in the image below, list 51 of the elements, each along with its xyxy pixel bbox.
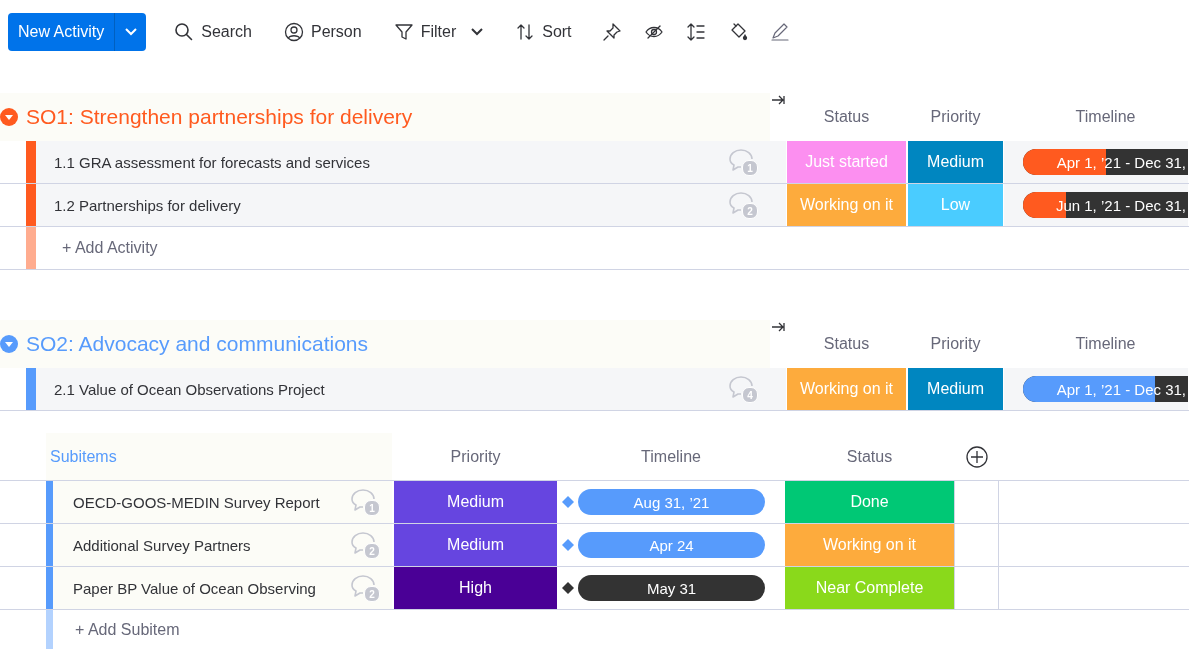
- column-header[interactable]: Status: [786, 320, 907, 368]
- subitems-header: Subitems: [46, 433, 392, 480]
- toolbar-button[interactable]: Person: [273, 13, 372, 51]
- pin-icon: [601, 22, 622, 42]
- collapse-toggle-icon[interactable]: [0, 335, 18, 353]
- search-icon: [174, 22, 195, 42]
- new-activity-button[interactable]: New Activity: [8, 13, 115, 51]
- row-height-icon: [685, 22, 706, 42]
- filter-icon: [393, 22, 414, 42]
- dropdown-caret-icon[interactable]: [471, 28, 484, 36]
- timeline-pill[interactable]: May 31: [578, 575, 765, 601]
- column-header[interactable]: Timeline: [1023, 320, 1188, 368]
- comment-count: 1: [742, 160, 758, 176]
- item-name[interactable]: 2.1 Value of Ocean Observations Project 4: [36, 368, 770, 410]
- person-icon: [283, 22, 304, 42]
- priority-label[interactable]: Medium: [908, 141, 1003, 183]
- priority-label[interactable]: Medium: [394, 524, 557, 566]
- arrow-to-right-icon[interactable]: [771, 95, 785, 105]
- pen-icon: [769, 22, 790, 42]
- subitem-name[interactable]: OECD-GOOS-MEDIN Survey Report 1: [53, 481, 392, 523]
- comment-count: 4: [742, 387, 758, 403]
- subitem-name[interactable]: Additional Survey Partners 2: [53, 524, 392, 566]
- toolbar-button[interactable]: Filter: [383, 13, 494, 51]
- group-color-bar: [26, 227, 36, 269]
- item-name[interactable]: 1.2 Partnerships for delivery 2: [36, 184, 770, 226]
- toolbar-button[interactable]: Sort: [505, 13, 582, 51]
- column-header[interactable]: Priority: [394, 433, 557, 480]
- comment-count: 2: [742, 203, 758, 219]
- collapse-toggle-icon[interactable]: [0, 108, 18, 126]
- arrow-to-right-icon[interactable]: [771, 322, 785, 332]
- cell-background: [770, 368, 786, 410]
- add-activity-link[interactable]: + Add Activity: [36, 227, 770, 269]
- caret-icon: [124, 28, 137, 36]
- toolbar-button[interactable]: Search: [164, 13, 262, 51]
- subitem-name[interactable]: Paper BP Value of Ocean Observing 2: [53, 567, 392, 609]
- priority-label[interactable]: High: [394, 567, 557, 609]
- column-header[interactable]: Priority: [907, 93, 1004, 141]
- item-name[interactable]: 1.1 GRA assessment for forecasts and services 1: [36, 141, 770, 183]
- comment-count: 1: [364, 500, 380, 516]
- comment-count: 2: [364, 586, 380, 602]
- column-header[interactable]: Timeline: [557, 433, 785, 480]
- column-header[interactable]: Priority: [907, 320, 1004, 368]
- column-header[interactable]: Status: [786, 93, 907, 141]
- column-header[interactable]: Status: [785, 433, 954, 480]
- add-subitem-link[interactable]: + Add Subitem: [53, 610, 392, 649]
- add-column-icon[interactable]: [965, 445, 988, 468]
- column-header[interactable]: Timeline: [1023, 93, 1188, 141]
- comment-count: 2: [364, 543, 380, 559]
- priority-label[interactable]: Medium: [908, 368, 1003, 410]
- dropdown-button[interactable]: [114, 13, 147, 51]
- priority-label[interactable]: Medium: [394, 481, 557, 523]
